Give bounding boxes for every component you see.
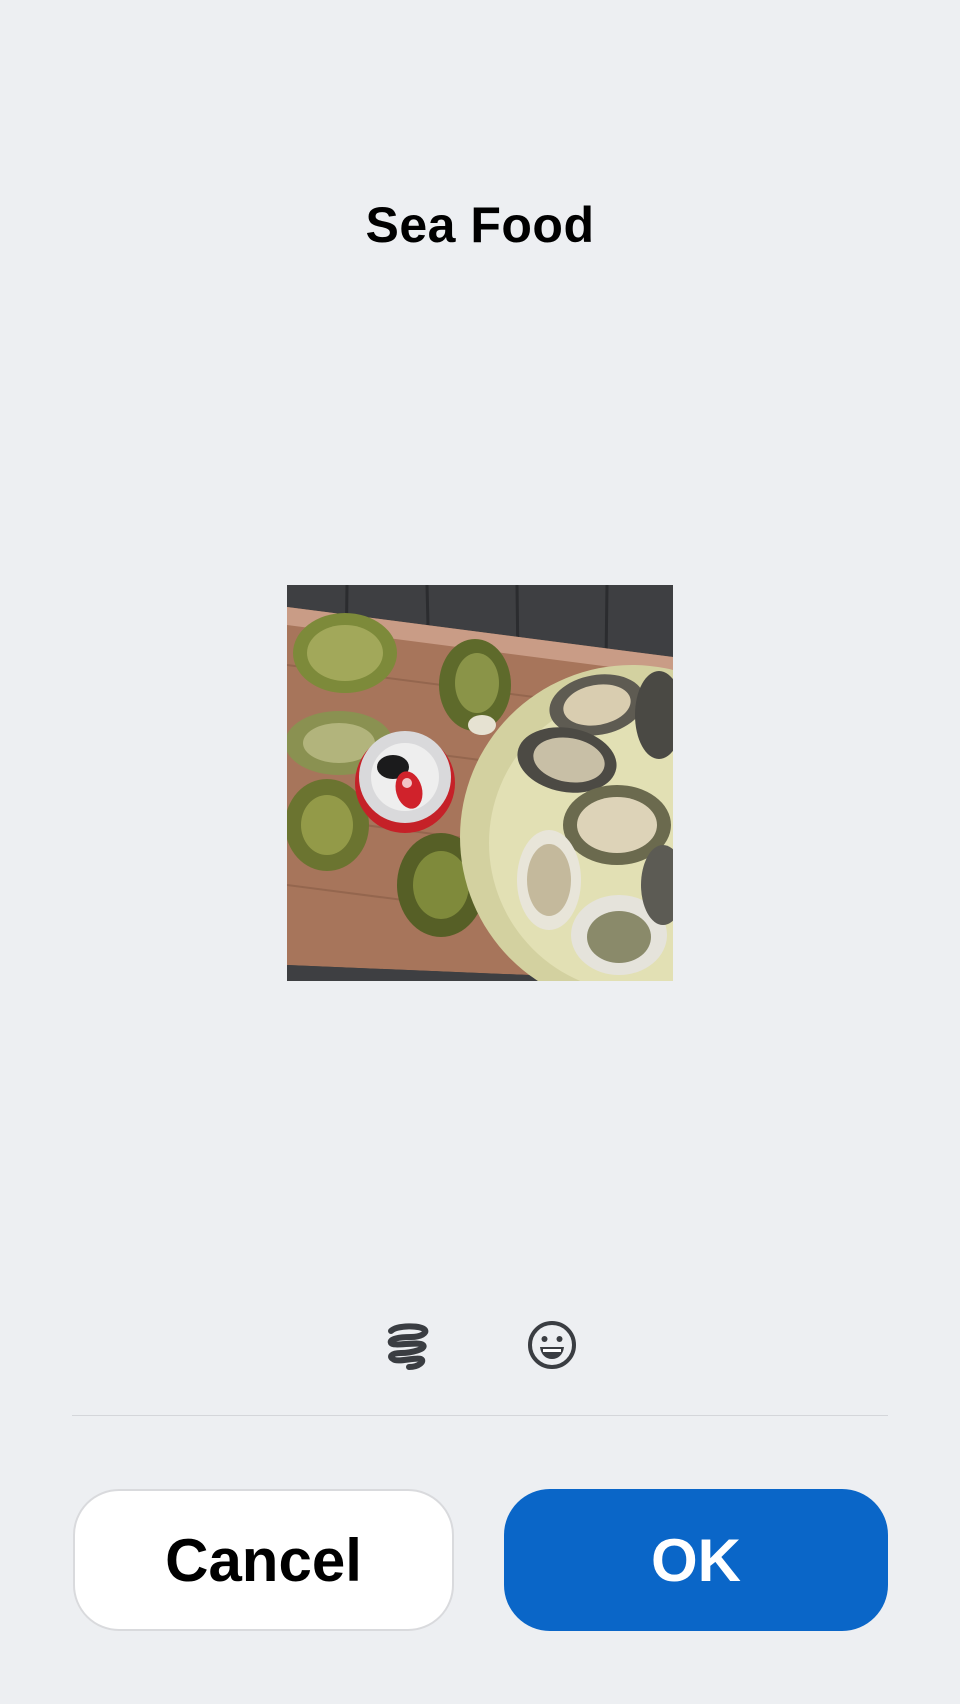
emoji-icon[interactable] bbox=[525, 1318, 579, 1372]
preview-image bbox=[287, 585, 673, 981]
sticker-icon[interactable] bbox=[380, 1318, 434, 1372]
editing-toolbar bbox=[0, 1318, 960, 1372]
cancel-button[interactable]: Cancel bbox=[73, 1489, 454, 1631]
ok-button[interactable]: OK bbox=[504, 1489, 888, 1631]
dialog-title: Sea Food bbox=[365, 197, 595, 253]
divider bbox=[72, 1415, 888, 1416]
